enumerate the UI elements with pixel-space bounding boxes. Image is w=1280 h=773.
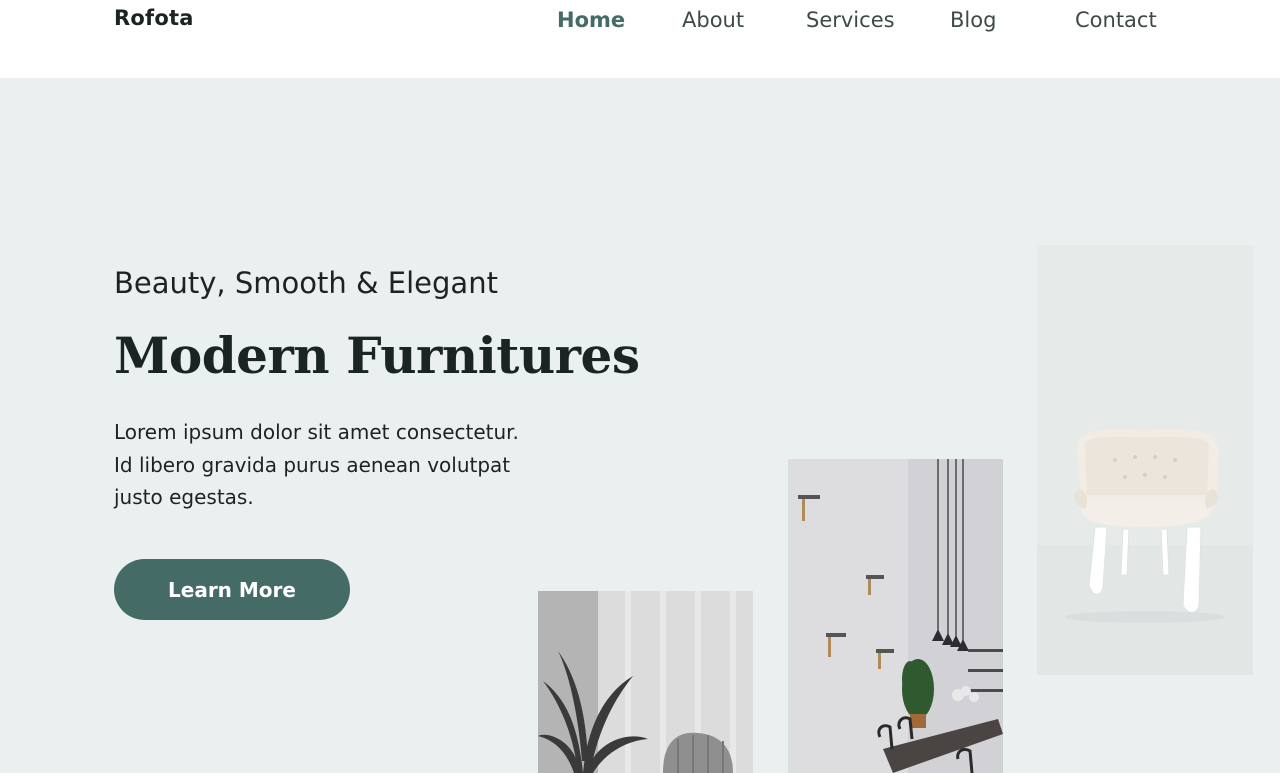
dining-room-photo xyxy=(788,459,1003,773)
nav-link-services[interactable]: Services xyxy=(806,8,895,32)
hero-subtitle: Beauty, Smooth & Elegant xyxy=(114,266,498,300)
hero-section: Beauty, Smooth & Elegant Modern Furnitur… xyxy=(0,78,1280,773)
cream-chair-photo xyxy=(1037,245,1253,675)
nav-link-home[interactable]: Home xyxy=(557,8,625,32)
plant-armchair-photo xyxy=(538,591,753,773)
site-header: Rofota Home About Services Blog Contact xyxy=(0,0,1280,78)
nav-link-blog[interactable]: Blog xyxy=(950,8,996,32)
learn-more-button[interactable]: Learn More xyxy=(114,559,350,620)
main-nav: Home About Services Blog Contact xyxy=(0,8,1280,38)
hero-title: Modern Furnitures xyxy=(114,326,640,385)
nav-link-contact[interactable]: Contact xyxy=(1075,8,1157,32)
nav-link-about[interactable]: About xyxy=(682,8,744,32)
hero-description: Lorem ipsum dolor sit amet consectetur. … xyxy=(114,420,519,509)
